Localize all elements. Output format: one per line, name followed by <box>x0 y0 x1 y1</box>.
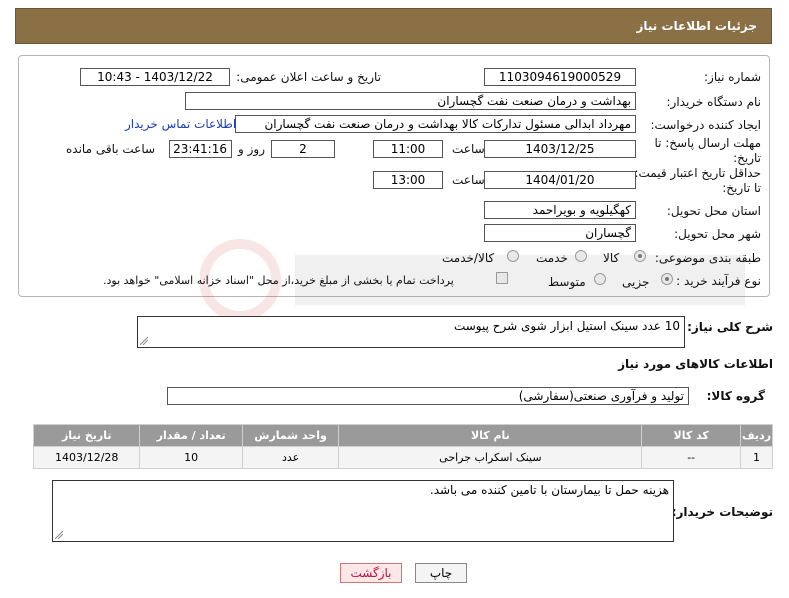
city-field: گچساران <box>484 224 636 242</box>
goods-group-label: گروه کالا: <box>706 389 765 403</box>
col-goods-name: نام کالا <box>338 424 643 447</box>
goods-table-header: ردیف کد کالا نام کالا واحد شمارش تعداد /… <box>32 424 774 447</box>
description-text: 10 عدد سینک استیل ابزار شوی شرح پیوست <box>453 319 680 333</box>
deadline-time-field: 11:00 <box>373 140 443 158</box>
category-label: طبقه بندی موضوعی: <box>654 251 761 265</box>
buyer-notes-text: هزینه حمل تا بیمارستان با تامین کننده می… <box>429 483 669 497</box>
resize-grip-icon[interactable] <box>55 531 63 539</box>
buyer-org-label: نام دستگاه خریدار: <box>666 95 762 109</box>
page-header: جزئیات اطلاعات نیاز <box>15 8 772 44</box>
creator-field: مهرداد ابدالی مسئول تدارکات کالا بهداشت … <box>235 115 636 133</box>
description-label: شرح کلی نیاز: <box>687 320 773 334</box>
cell-goods-code: -- <box>641 446 741 469</box>
deadline-label: مهلت ارسال پاسخ: تا تاریخ: <box>654 136 761 165</box>
price-validity-date-field: 1404/01/20 <box>484 171 636 189</box>
announce-datetime-field: 1403/12/22 - 10:43 <box>80 68 230 86</box>
treasury-bonds-checkbox[interactable] <box>496 272 508 284</box>
province-field: کهگیلویه و بویراحمد <box>484 201 636 219</box>
creator-label: ایجاد کننده درخواست: <box>650 118 761 132</box>
category-option-goods-service: کالا/خدمت <box>442 251 495 265</box>
goods-section-title: اطلاعات کالاهای مورد نیاز <box>618 357 773 371</box>
purchase-radio-medium[interactable] <box>594 273 606 285</box>
need-number-field: 1103094619000529 <box>484 68 636 86</box>
province-label: استان محل تحویل: <box>666 204 761 218</box>
table-row: 1 -- سینک اسکراب جراحی عدد 10 1403/12/28 <box>32 446 774 469</box>
city-label: شهر محل تحویل: <box>674 227 761 241</box>
col-goods-code: کد کالا <box>641 424 741 447</box>
category-radio-service[interactable] <box>575 250 587 262</box>
category-option-service: خدمت <box>536 251 568 265</box>
resize-grip-icon[interactable] <box>140 337 148 345</box>
purchase-option-medium: متوسط <box>548 275 586 289</box>
need-number-label: شماره نیاز: <box>704 70 761 84</box>
price-validity-label: حداقل تاریخ اعتبار قیمت: تا تاریخ: <box>634 166 761 195</box>
col-need-date: تاریخ نیاز <box>32 424 141 447</box>
goods-group-field: تولید و فرآوری صنعتی(سفارشی) <box>167 387 689 405</box>
purchase-radio-minor[interactable] <box>661 273 673 285</box>
buyer-org-field: بهداشت و درمان صنعت نفت گچساران <box>185 92 636 110</box>
buyer-contact-link[interactable]: اطلاعات تماس خریدار <box>125 117 236 131</box>
deadline-time-label: ساعت <box>452 142 485 156</box>
time-remaining-field: 23:41:16 <box>169 140 232 158</box>
deadline-date-field: 1403/12/25 <box>484 140 636 158</box>
cell-goods-name: سینک اسکراب جراحی <box>338 446 643 469</box>
purchase-type-label: نوع فرآیند خرید : <box>676 274 761 288</box>
buyer-notes-label: توضیحات خریدار: <box>671 505 773 519</box>
back-button[interactable]: بازگشت <box>340 563 402 583</box>
cell-need-date: 1403/12/28 <box>32 446 141 469</box>
buyer-notes-textarea: هزینه حمل تا بیمارستان با تامین کننده می… <box>52 480 674 542</box>
category-radio-goods[interactable] <box>634 250 646 262</box>
price-validity-time-field: 13:00 <box>373 171 443 189</box>
goods-table: ردیف کد کالا نام کالا واحد شمارش تعداد /… <box>32 424 774 469</box>
cell-quantity: 10 <box>139 446 243 469</box>
announce-datetime-label: تاریخ و ساعت اعلان عمومی: <box>236 70 381 84</box>
cell-row-number: 1 <box>739 446 774 469</box>
col-quantity: تعداد / مقدار <box>139 424 243 447</box>
days-label: روز و <box>238 142 265 156</box>
col-unit: واحد شمارش <box>241 424 340 447</box>
category-option-goods: کالا <box>603 251 620 265</box>
category-radio-goods-service[interactable] <box>507 250 519 262</box>
col-row-number: ردیف <box>739 424 774 447</box>
price-validity-time-label: ساعت <box>452 173 485 187</box>
description-textarea: 10 عدد سینک استیل ابزار شوی شرح پیوست <box>137 316 685 348</box>
treasury-bonds-text: پرداخت تمام یا بخشی از مبلغ خرید،از محل … <box>103 274 454 287</box>
purchase-option-minor: جزیی <box>622 275 650 289</box>
print-button[interactable]: چاپ <box>415 563 467 583</box>
days-remaining-field: 2 <box>271 140 335 158</box>
page-title: جزئیات اطلاعات نیاز <box>636 19 757 33</box>
cell-unit: عدد <box>241 446 340 469</box>
time-remaining-label: ساعت باقی مانده <box>66 142 156 156</box>
